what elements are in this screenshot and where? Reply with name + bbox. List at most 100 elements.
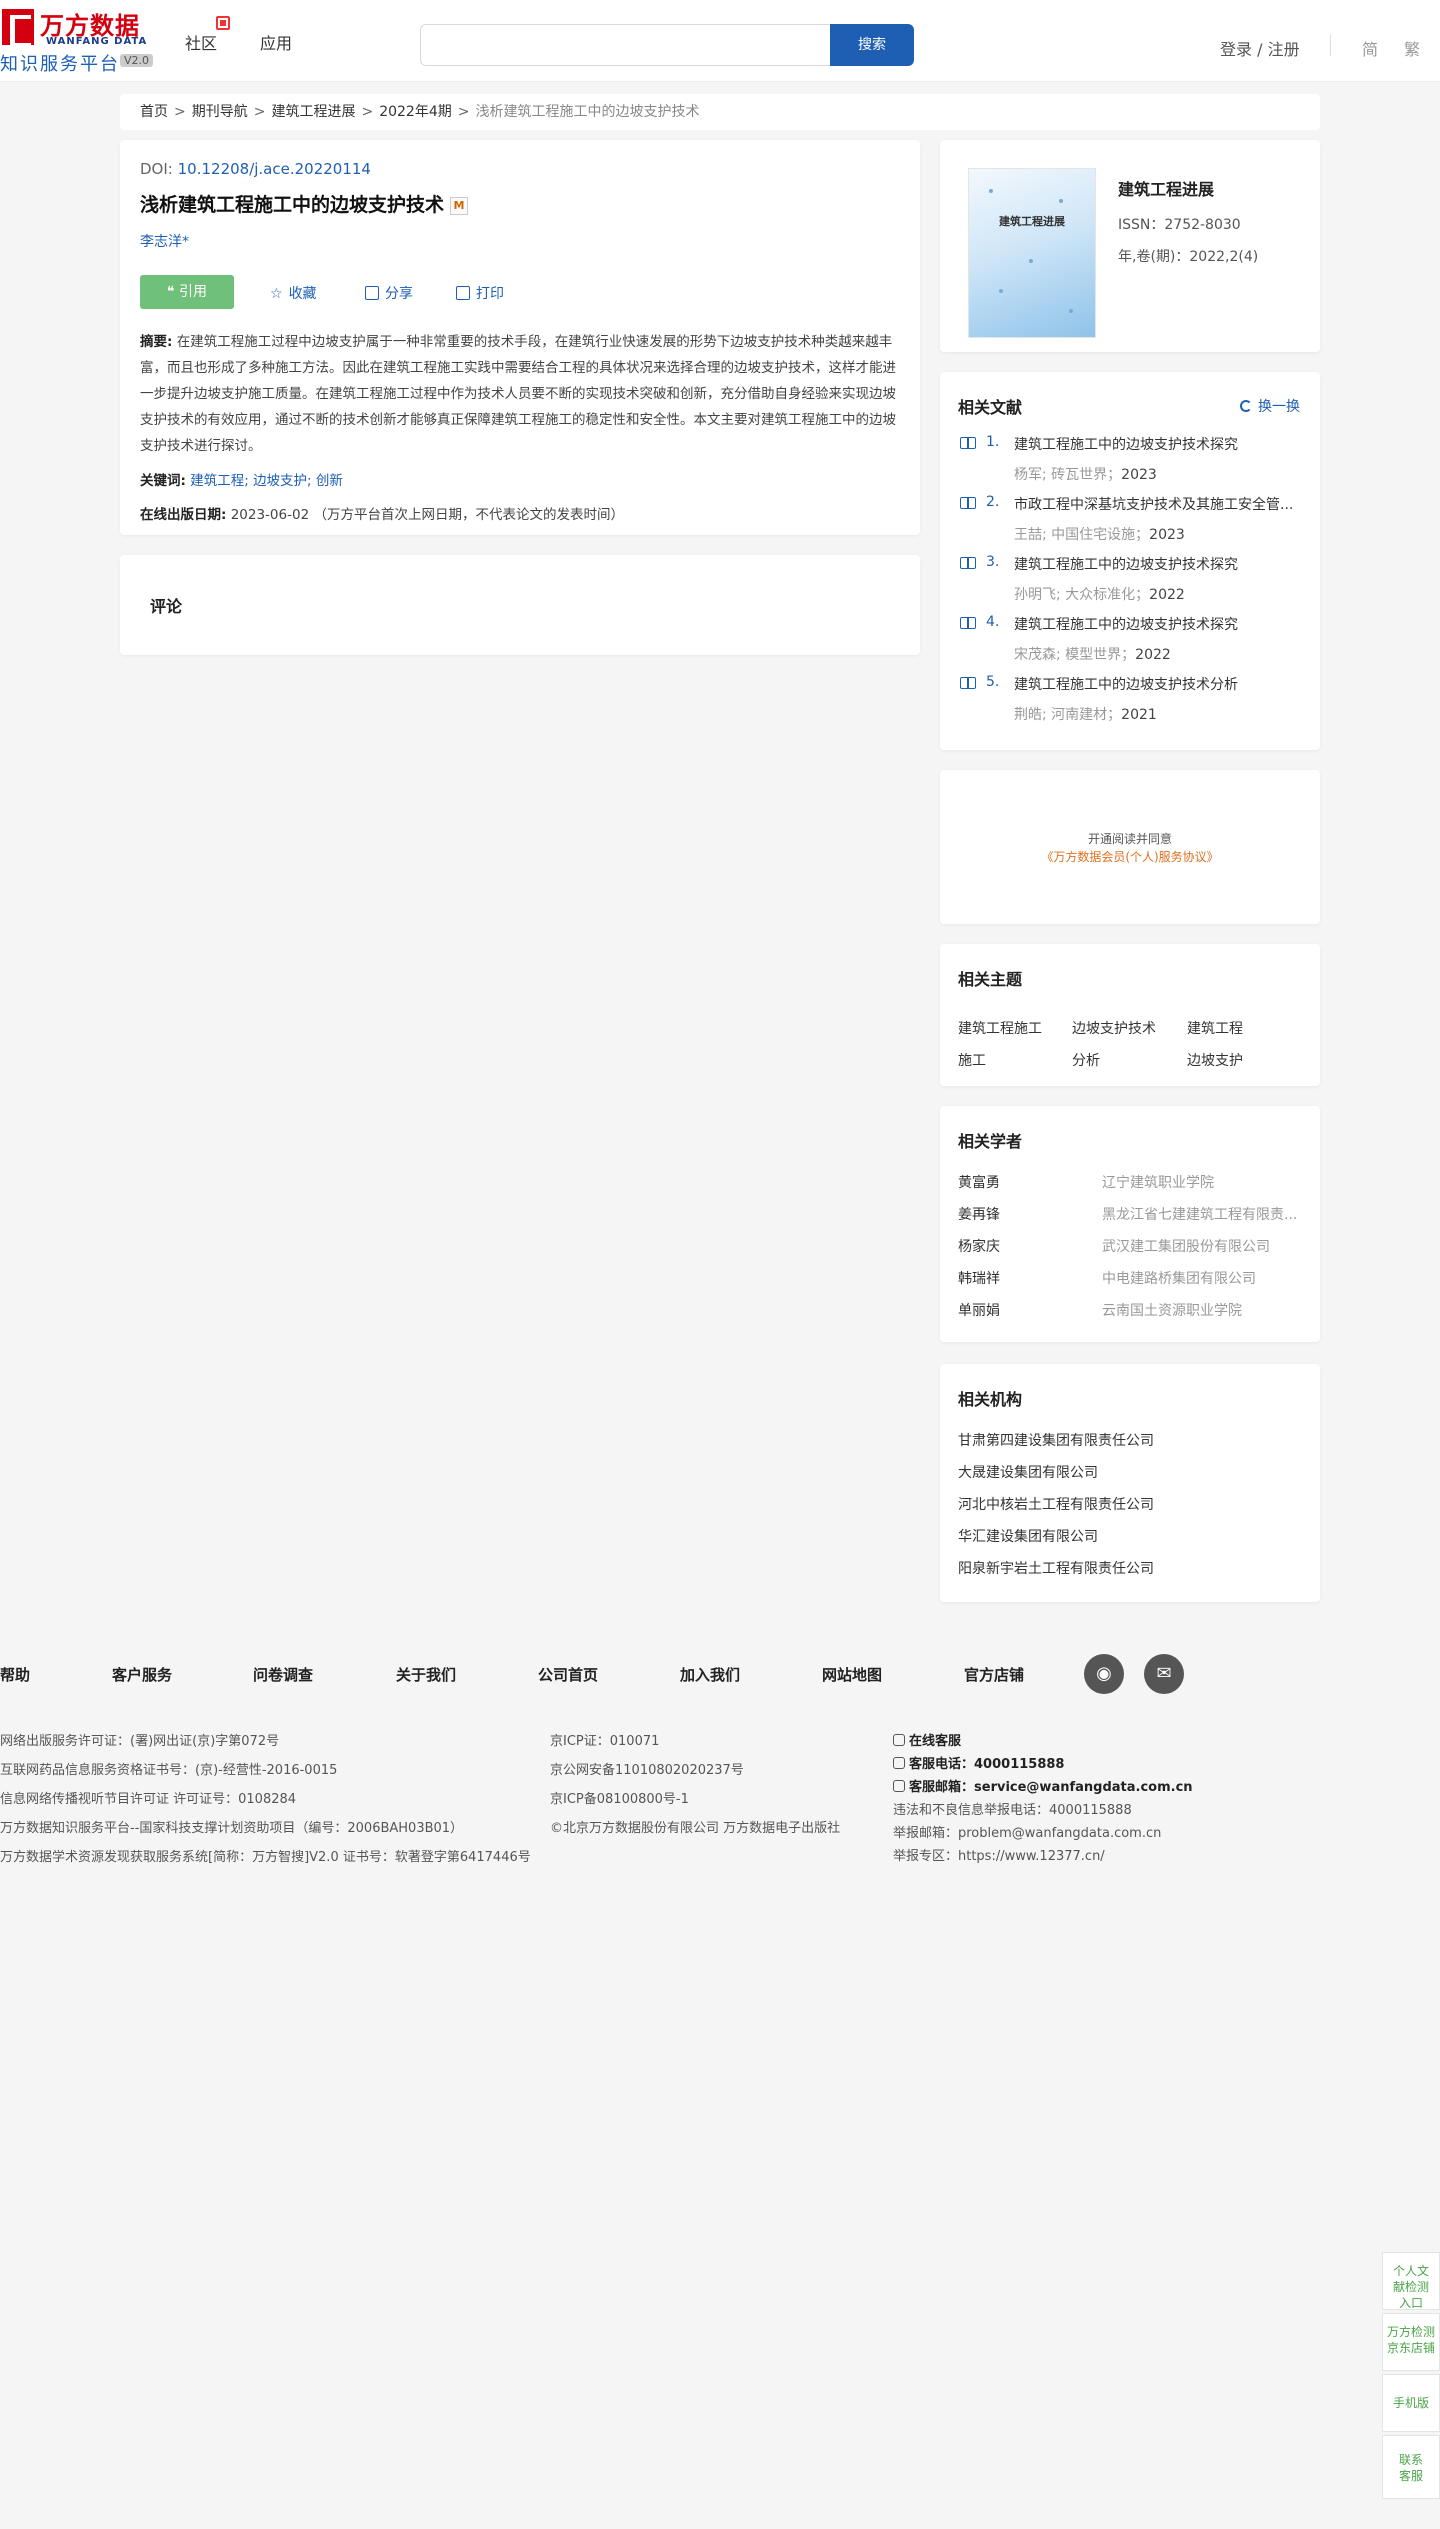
refresh-button[interactable]: 换一换: [1240, 396, 1300, 416]
related-source: 宋茂森; 模型世界；: [1014, 647, 1136, 663]
scholar-name[interactable]: 单丽娟: [958, 1300, 1000, 1320]
lang-traditional[interactable]: 繁: [1404, 36, 1420, 60]
keyword-link[interactable]: 建筑工程;: [190, 473, 249, 489]
breadcrumb: 首页 > 期刊导航 > 建筑工程进展 >2022年4期 > 浅析建筑工程施工中的边坡支护技术: [120, 94, 1320, 130]
keyword-link[interactable]: 创新: [316, 473, 343, 489]
article-card: DOI: 10.12208/j.ace.20220114 浅析建筑工程施工中的边…: [120, 140, 920, 535]
search-input[interactable]: [420, 24, 830, 66]
footer-sitemap[interactable]: 网站地图: [822, 1664, 882, 1685]
topic-link[interactable]: 边坡支护技术: [1072, 1018, 1156, 1038]
orgs-title: 相关机构: [958, 1390, 1023, 1409]
scholar-org[interactable]: 云南国土资源职业学院: [1102, 1300, 1298, 1320]
side-mobile[interactable]: 手机版: [1382, 2374, 1440, 2432]
footer-about[interactable]: 关于我们: [396, 1664, 456, 1685]
org-link[interactable]: 河北中核岩土工程有限责任公司: [958, 1494, 1154, 1514]
related-title-link[interactable]: 建筑工程施工中的边坡支护技术探究: [1014, 554, 1300, 574]
footer-store[interactable]: 官方店铺: [964, 1664, 1024, 1685]
topic-link[interactable]: 分析: [1072, 1050, 1100, 1070]
abstract-text: 在建筑工程施工过程中边坡支护属于一种非常重要的技术手段，在建筑行业快速发展的形势…: [140, 334, 896, 454]
license-text: 万方数据知识服务平台--国家科技支撑计划资助项目（编号：2006BAH03B01…: [0, 1821, 464, 1836]
online-service-link[interactable]: 在线客服: [893, 1730, 961, 1749]
org-link[interactable]: 大晟建设集团有限公司: [958, 1462, 1098, 1482]
phone-label: 客服电话：: [909, 1757, 975, 1772]
footer-help[interactable]: 帮助: [0, 1664, 30, 1685]
search-button[interactable]: 搜索: [830, 24, 914, 66]
journal-mark-icon: M: [450, 196, 469, 215]
scholar-name[interactable]: 黄富勇: [958, 1172, 1000, 1192]
login-register-link[interactable]: 登录 / 注册: [1220, 36, 1300, 60]
share-button[interactable]: 分享: [365, 283, 413, 303]
cover-decoration: [1059, 199, 1063, 203]
favorite-label: 收藏: [288, 286, 317, 302]
side-mobile-label: 手机版: [1392, 2396, 1429, 2410]
print-button[interactable]: 打印: [456, 283, 504, 303]
scholar-name[interactable]: 姜再锋: [958, 1204, 1000, 1224]
topic-link[interactable]: 施工: [958, 1050, 986, 1070]
footer: 帮助 客户服务 问卷调查 关于我们 公司首页 加入我们 网站地图 官方店铺 ◉ …: [0, 1624, 1440, 2529]
header-divider: [1330, 34, 1331, 56]
cite-button[interactable]: ❝ 引用: [140, 275, 234, 309]
org-link[interactable]: 华汇建设集团有限公司: [958, 1526, 1098, 1546]
footer-company[interactable]: 公司首页: [538, 1664, 598, 1685]
weibo-icon[interactable]: ◉: [1084, 1654, 1124, 1694]
topic-link[interactable]: 建筑工程: [1187, 1018, 1243, 1038]
related-year: 2021: [1121, 707, 1157, 723]
scholar-org[interactable]: 黑龙江省七建建筑工程有限责...: [1102, 1204, 1298, 1224]
breadcrumb-issue[interactable]: 2022年4期: [379, 104, 452, 120]
org-link[interactable]: 甘肃第四建设集团有限责任公司: [958, 1430, 1154, 1450]
icp-text: 京ICP备08100800号-1: [550, 1792, 689, 1807]
refresh-label: 换一换: [1258, 399, 1300, 415]
related-title-link[interactable]: 建筑工程施工中的边坡支护技术分析: [1014, 674, 1300, 694]
scholar-name[interactable]: 杨家庆: [958, 1236, 1000, 1256]
doi-label: DOI:: [140, 160, 173, 178]
breadcrumb-journals[interactable]: 期刊导航: [192, 104, 248, 120]
related-meta: 荆皓; 河南建材；2021: [1014, 704, 1157, 724]
keywords: 关键词: 建筑工程; 边坡支护; 创新: [140, 469, 900, 489]
related-title-link[interactable]: 建筑工程施工中的边坡支护技术探究: [1014, 614, 1300, 634]
footer-survey[interactable]: 问卷调查: [253, 1664, 313, 1685]
topic-link[interactable]: 边坡支护: [1187, 1050, 1243, 1070]
article-actions: ❝ 引用 ☆ 收藏 分享 打印: [140, 275, 900, 309]
footer-customer-service[interactable]: 客户服务: [112, 1664, 172, 1685]
email-label: 客服邮箱：: [909, 1780, 975, 1795]
member-agreement-link[interactable]: 《万方数据会员(个人)服务协议》: [940, 848, 1320, 865]
wechat-icon[interactable]: ✉: [1144, 1654, 1184, 1694]
side-contact[interactable]: 联系客服: [1382, 2435, 1440, 2499]
journal-cover[interactable]: 建筑工程进展: [968, 168, 1096, 338]
breadcrumb-journal[interactable]: 建筑工程进展: [271, 104, 355, 120]
breadcrumb-home[interactable]: 首页: [140, 104, 168, 120]
book-icon: [960, 437, 976, 449]
book-icon: [960, 557, 976, 569]
topic-link[interactable]: 建筑工程施工: [958, 1018, 1042, 1038]
cover-decoration: [1029, 259, 1033, 263]
side-jd-label: 万方检测京东店铺: [1386, 2325, 1435, 2355]
wanfang-logo[interactable]: 万方数据 WANFANG DATA 知识服务平台 V2.0: [0, 6, 160, 75]
side-jd-store[interactable]: 万方检测京东店铺: [1382, 2313, 1440, 2371]
keyword-link[interactable]: 边坡支护;: [253, 473, 312, 489]
print-label: 打印: [476, 286, 504, 302]
related-title-link[interactable]: 市政工程中深基坑支护技术及其施工安全管...: [1014, 494, 1300, 514]
nav-community[interactable]: 社区: [185, 30, 217, 54]
promo-card: 开通阅读并同意 《万方数据会员(个人)服务协议》: [940, 770, 1320, 924]
email-value[interactable]: service@wanfangdata.com.cn: [974, 1780, 1193, 1795]
doi-link[interactable]: 10.12208/j.ace.20220114: [178, 160, 371, 178]
cite-label: 引用: [178, 284, 207, 300]
side-detection-entry[interactable]: 个人文献检测入口: [1382, 2252, 1440, 2310]
nav-apps[interactable]: 应用: [260, 30, 292, 54]
scholar-org[interactable]: 武汉建工集团股份有限公司: [1102, 1236, 1298, 1256]
footer-join[interactable]: 加入我们: [680, 1664, 740, 1685]
scholar-name[interactable]: 韩瑞祥: [958, 1268, 1000, 1288]
side-contact-label: 联系客服: [1398, 2453, 1423, 2483]
journal-name[interactable]: 建筑工程进展: [1118, 176, 1214, 200]
related-title-link[interactable]: 建筑工程施工中的边坡支护技术探究: [1014, 434, 1300, 454]
abstract-label: 摘要:: [140, 334, 173, 350]
scholar-org[interactable]: 辽宁建筑职业学院: [1102, 1172, 1298, 1192]
related-source: 孙明飞; 大众标准化；: [1014, 587, 1150, 603]
author-link[interactable]: 李志洋*: [140, 231, 900, 251]
favorite-button[interactable]: ☆ 收藏: [270, 283, 317, 303]
lang-simplified[interactable]: 简: [1362, 36, 1378, 60]
scholar-org[interactable]: 中电建路桥集团有限公司: [1102, 1268, 1298, 1288]
report-zone[interactable]: 举报专区：https://www.12377.cn/: [893, 1845, 1105, 1864]
org-link[interactable]: 阳泉新宇岩土工程有限责任公司: [958, 1558, 1154, 1578]
cover-decoration: [1069, 309, 1073, 313]
